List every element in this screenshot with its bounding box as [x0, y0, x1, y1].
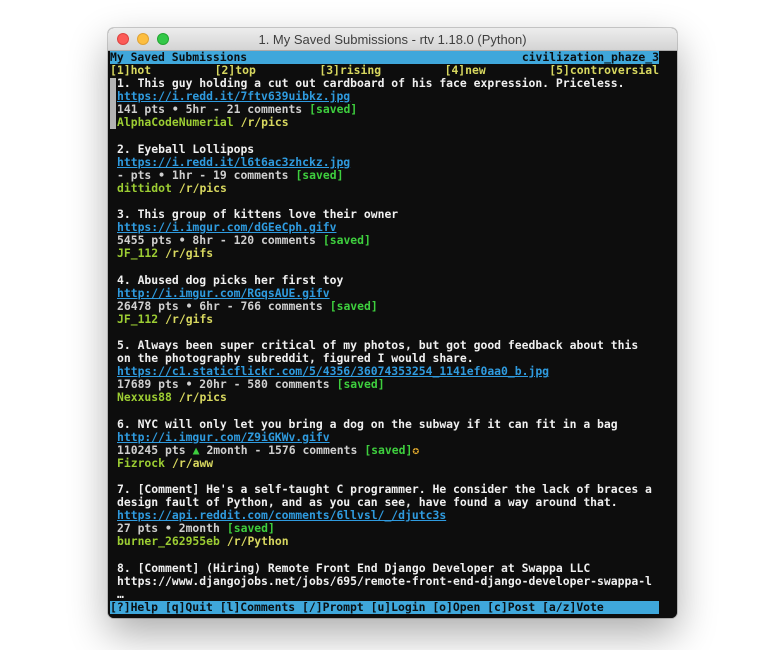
- submission-link[interactable]: https://i.redd.it/7ftv639uibkz.jpg: [117, 89, 350, 103]
- submission-link-row: http://i.imgur.com/Z9iGKWv.gifv: [117, 431, 659, 444]
- spacer-row: [110, 405, 659, 418]
- submission-link[interactable]: http://i.imgur.com/RGqsAUE.gifv: [117, 286, 330, 300]
- submission-byline-row: AlphaCodeNumerial/r/pics: [117, 116, 659, 129]
- upvote-arrow-icon: ▲: [193, 443, 200, 457]
- submission-item[interactable]: 4. Abused dog picks her first toy http:/…: [110, 274, 659, 326]
- selection-cursor: [110, 78, 116, 129]
- truncation-ellipsis: …: [117, 588, 659, 601]
- submission-author[interactable]: burner_262955eb: [117, 534, 220, 548]
- submission-byline-row: dittidot/r/pics: [117, 182, 659, 195]
- submission-item[interactable]: 7. [Comment] He's a self-taught C progra…: [110, 483, 659, 548]
- submission-byline-row: JF_112/r/gifs: [117, 313, 659, 326]
- terminal-window: 1. My Saved Submissions - rtv 1.18.0 (Py…: [108, 28, 677, 618]
- close-button[interactable]: [117, 33, 129, 45]
- submission-byline-row: JF_112/r/gifs: [117, 247, 659, 260]
- submission-byline-row: burner_262955eb/r/Python: [117, 535, 659, 548]
- traffic-lights: [117, 33, 169, 45]
- saved-badge: [saved]: [330, 299, 378, 313]
- spacer-row: [110, 261, 659, 274]
- submission-item[interactable]: 5. Always been super critical of my phot…: [110, 339, 659, 404]
- submission-stats-row: 26478 pts • 6hr - 766 comments[saved]: [117, 300, 659, 313]
- window-titlebar[interactable]: 1. My Saved Submissions - rtv 1.18.0 (Py…: [108, 28, 677, 51]
- submission-author[interactable]: AlphaCodeNumerial: [117, 115, 234, 129]
- zoom-button[interactable]: [157, 33, 169, 45]
- submission-author[interactable]: dittidot: [117, 181, 172, 195]
- minimize-button[interactable]: [137, 33, 149, 45]
- submission-link[interactable]: https://c1.staticflickr.com/5/4356/36074…: [117, 364, 549, 378]
- submission-byline-row: Nexxus88/r/pics: [117, 391, 659, 404]
- submission-subreddit[interactable]: /r/gifs: [165, 246, 213, 260]
- spacer-row: [110, 130, 659, 143]
- status-footer-bar: [?]Help [q]Quit [l]Comments [/]Prompt [u…: [110, 601, 659, 614]
- spacer-row: [110, 549, 659, 562]
- saved-badge: [saved]: [309, 102, 357, 116]
- submission-subreddit[interactable]: /r/pics: [179, 181, 227, 195]
- submission-subreddit[interactable]: /r/gifs: [165, 312, 213, 326]
- submission-author[interactable]: Nexxus88: [117, 390, 172, 404]
- saved-badge: [saved]: [295, 168, 343, 182]
- submission-author[interactable]: JF_112: [117, 312, 158, 326]
- submission-subreddit[interactable]: /r/pics: [179, 390, 227, 404]
- submission-author[interactable]: JF_112: [117, 246, 158, 260]
- submission-subreddit[interactable]: /r/pics: [241, 115, 289, 129]
- submission-title: 8. [Comment] (Hiring) Remote Front End D…: [117, 562, 659, 575]
- submission-stats-row: 110245 pts▲2month - 1576 comments[saved]…: [117, 444, 659, 457]
- keyboard-shortcuts: [?]Help [q]Quit [l]Comments [/]Prompt [u…: [110, 601, 604, 614]
- submission-item[interactable]: 1. This guy holding a cut out cardboard …: [110, 77, 659, 129]
- submission-subreddit[interactable]: /r/Python: [227, 534, 289, 548]
- submission-link[interactable]: https://api.reddit.com/comments/6llvsl/_…: [117, 508, 446, 522]
- submission-link[interactable]: https://i.redd.it/l6t6ac3zhckz.jpg: [117, 155, 350, 169]
- submission-byline-row: Fizrock/r/aww: [117, 457, 659, 470]
- saved-badge: [saved]: [227, 521, 275, 535]
- saved-badge: [saved]: [364, 443, 412, 457]
- saved-badge: [saved]: [337, 377, 385, 391]
- submission-title-wrap: https://www.djangojobs.net/jobs/695/remo…: [117, 575, 659, 588]
- gilded-star-icon: ✪: [412, 443, 419, 457]
- submission-subreddit[interactable]: /r/aww: [172, 456, 213, 470]
- terminal-content: My Saved Submissionscivilization_phaze_3…: [108, 51, 677, 618]
- window-title: 1. My Saved Submissions - rtv 1.18.0 (Py…: [258, 32, 526, 47]
- submission-stats-row: - pts • 1hr - 19 comments[saved]: [117, 169, 659, 182]
- submission-item[interactable]: 2. Eyeball Lollipops https://i.redd.it/l…: [110, 143, 659, 195]
- submission-author[interactable]: Fizrock: [117, 456, 165, 470]
- submission-link[interactable]: http://i.imgur.com/Z9iGKWv.gifv: [117, 430, 330, 444]
- submission-link[interactable]: https://i.imgur.com/dGEeCph.gifv: [117, 220, 336, 234]
- saved-badge: [saved]: [323, 233, 371, 247]
- submission-item[interactable]: 6. NYC will only let you bring a dog on …: [110, 418, 659, 470]
- submission-item[interactable]: 3. This group of kittens love their owne…: [110, 208, 659, 260]
- submission-item[interactable]: 8. [Comment] (Hiring) Remote Front End D…: [110, 562, 659, 601]
